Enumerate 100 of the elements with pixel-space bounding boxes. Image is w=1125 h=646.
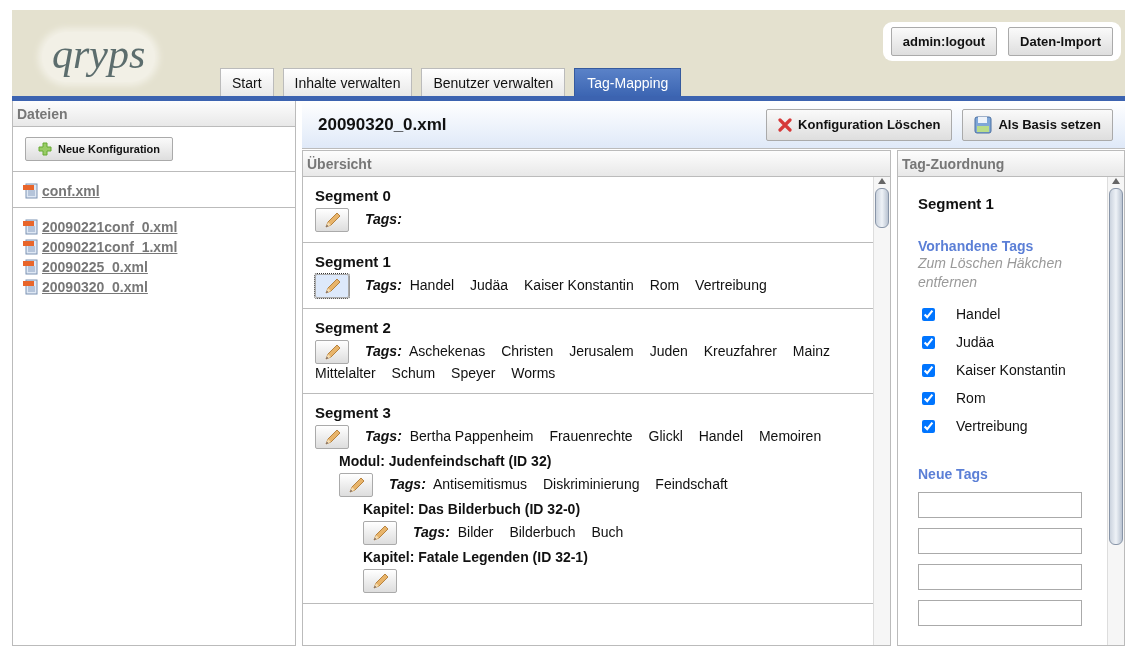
scroll-thumb[interactable] xyxy=(1109,188,1123,545)
tags-label: Tags: xyxy=(365,342,402,359)
tag-checkbox[interactable] xyxy=(922,307,935,321)
segment-title: Segment 1 xyxy=(315,253,392,270)
xml-file-icon xyxy=(23,238,38,255)
tags-label: Tags: xyxy=(389,475,426,492)
header-button[interactable]: Daten-Import xyxy=(1008,27,1113,56)
file-link[interactable]: 20090320_0.xml xyxy=(42,278,148,295)
tag-label: Aschekenas xyxy=(408,342,486,359)
pencil-icon xyxy=(322,210,342,230)
file-link[interactable]: 20090221conf_0.xml xyxy=(42,218,178,235)
panel-header: Tag-Zuordnung xyxy=(898,151,1124,177)
tag-label: Mainz xyxy=(792,342,831,359)
tag-label: Christen xyxy=(501,342,554,359)
tags-label: Tags: xyxy=(365,210,402,227)
tag-label: Bilder xyxy=(457,523,494,540)
tag-label: Schum xyxy=(391,365,436,381)
checkbox-label: Judäa xyxy=(956,334,995,350)
scroll-thumb[interactable] xyxy=(875,188,889,228)
tag-label: Judäa xyxy=(470,276,509,293)
pencil-icon xyxy=(322,342,342,362)
panel-header: Übersicht xyxy=(303,151,890,177)
checkbox-label: Handel xyxy=(956,306,1001,322)
tag-label: Diskriminierung xyxy=(543,475,640,492)
edit-button[interactable] xyxy=(363,569,397,593)
tag-checkbox[interactable] xyxy=(922,363,935,377)
segment-title: Segment 2 xyxy=(315,319,392,336)
file-link[interactable]: conf.xml xyxy=(42,182,100,199)
xml-file-icon xyxy=(23,258,38,275)
section-title: Modul: Judenfeindschaft (ID 32) xyxy=(339,453,553,469)
input-field[interactable] xyxy=(918,600,1082,626)
edit-button[interactable] xyxy=(315,208,349,232)
input-field[interactable] xyxy=(918,492,1082,518)
tag-label: Bertha Pappenheim xyxy=(409,427,534,444)
tag-label: Handel xyxy=(698,427,744,444)
plus-icon xyxy=(38,142,52,156)
pencil-icon xyxy=(322,276,342,296)
tag-label: Mittelalter xyxy=(315,365,376,381)
pencil-icon xyxy=(370,523,390,543)
pencil-icon xyxy=(346,475,366,495)
tag-label: Kaiser Konstantin xyxy=(524,276,634,293)
tags-label: Tags: xyxy=(365,276,402,293)
logo: qryps xyxy=(42,32,156,82)
tag-checkbox[interactable] xyxy=(922,335,935,349)
tab[interactable]: Tag-Mapping xyxy=(574,68,682,96)
tab[interactable]: Start xyxy=(220,68,274,96)
tag-label: Kreuzfahrer xyxy=(703,342,777,359)
delete-button[interactable]: Konfiguration Löschen xyxy=(766,108,953,141)
save-icon xyxy=(974,115,993,134)
section-heading: Neue Tags xyxy=(918,466,989,482)
tag-label: Rom xyxy=(649,276,680,293)
save-button[interactable]: Als Basis setzen xyxy=(962,108,1113,141)
edit-button[interactable] xyxy=(315,425,349,449)
scrollbar[interactable] xyxy=(1107,177,1124,645)
close-icon xyxy=(778,117,793,132)
tags-label: Tags: xyxy=(413,523,450,540)
segment-title: Segment 0 xyxy=(315,187,392,204)
hint-text: Zum Löschen Häkchen entfernen xyxy=(918,254,1063,292)
header-button[interactable]: admin:logout xyxy=(890,27,998,56)
tag-label: Worms xyxy=(511,365,556,381)
input-field[interactable] xyxy=(918,564,1082,590)
tag-label: Memoiren xyxy=(758,427,822,444)
section-heading: Vorhandene Tags xyxy=(918,238,1035,254)
tag-checkbox[interactable] xyxy=(922,391,935,405)
file-link[interactable]: 20090221conf_1.xml xyxy=(42,238,178,255)
tags-label: Tags: xyxy=(365,427,402,444)
tag-label: Frauenrechte xyxy=(549,427,633,444)
tag-label: Feindschaft xyxy=(655,475,728,492)
tag-label: Juden xyxy=(649,342,688,359)
pencil-icon xyxy=(322,427,342,447)
tag-label: Handel xyxy=(409,276,455,293)
edit-button[interactable] xyxy=(315,274,349,298)
file-link[interactable]: 20090225_0.xml xyxy=(42,258,148,275)
tag-label: Vertreibung xyxy=(695,276,767,293)
xml-file-icon xyxy=(23,278,38,295)
input-field[interactable] xyxy=(918,528,1082,554)
tag-label: Buch xyxy=(591,523,624,540)
checkbox-label: Vertreibung xyxy=(956,418,1028,434)
tag-label: Speyer xyxy=(451,365,496,381)
section-title: Kapitel: Das Bilderbuch (ID 32-0) xyxy=(363,501,582,517)
tag-label: Glickl xyxy=(648,427,683,444)
checkbox-label: Kaiser Konstantin xyxy=(956,362,1066,378)
pencil-icon xyxy=(370,571,390,591)
tag-label: Bilderbuch xyxy=(509,523,576,540)
checkbox-label: Rom xyxy=(956,390,986,406)
tag-label: Antisemitismus xyxy=(432,475,528,492)
file-title: 20090320_0.xml xyxy=(318,114,448,135)
scrollbar[interactable] xyxy=(873,177,890,645)
tag-checkbox[interactable] xyxy=(922,419,935,433)
edit-button[interactable] xyxy=(315,340,349,364)
tab[interactable]: Benutzer verwalten xyxy=(421,68,566,96)
new-configuration-button[interactable]: Neue Konfiguration xyxy=(25,137,174,161)
xml-file-icon xyxy=(23,182,38,199)
panel-header: Dateien xyxy=(13,101,295,127)
tab[interactable]: Inhalte verwalten xyxy=(282,68,413,96)
segment-title: Segment 1 xyxy=(918,195,995,212)
xml-file-icon xyxy=(23,218,38,235)
edit-button[interactable] xyxy=(363,521,397,545)
edit-button[interactable] xyxy=(339,473,373,497)
tag-label: Jerusalem xyxy=(569,342,634,359)
